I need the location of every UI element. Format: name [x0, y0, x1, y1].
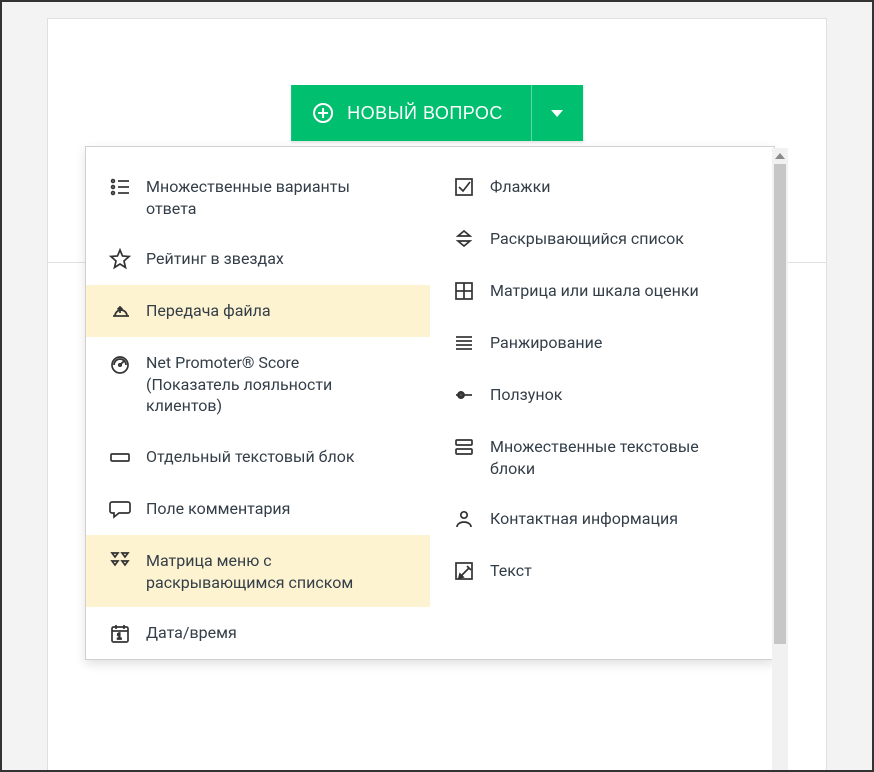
menu-item-contact-info[interactable]: Контактная информация	[430, 493, 774, 545]
file-upload-icon	[108, 299, 132, 323]
menu-item-checkboxes[interactable]: Флажки	[430, 161, 774, 213]
menu-item-date-time[interactable]: Дата/время	[86, 607, 430, 659]
menu-item-star-rating[interactable]: Рейтинг в звездах	[86, 233, 430, 285]
multiple-choice-icon	[108, 175, 132, 199]
menu-item-label: Раскрывающийся список	[490, 227, 684, 250]
ranking-icon	[452, 331, 476, 355]
single-textbox-icon	[108, 445, 132, 469]
dropdown-icon	[452, 227, 476, 251]
dropdown-scrollbar[interactable]	[772, 148, 788, 772]
menu-item-matrix-dropdown[interactable]: Матрица меню с раскрывающимся списком	[86, 535, 430, 607]
new-question-label: НОВЫЙ ВОПРОС	[347, 103, 503, 124]
star-rating-icon	[108, 247, 132, 271]
menu-item-matrix-rating[interactable]: Матрица или шкала оценки	[430, 265, 774, 317]
date-time-icon	[108, 621, 132, 645]
question-type-dropdown: Множественные варианты ответа Рейтинг в з…	[85, 146, 775, 660]
menu-item-label: Ползунок	[490, 383, 562, 406]
text-icon	[452, 559, 476, 583]
menu-item-label: Поле комментария	[146, 497, 290, 520]
new-question-button[interactable]: НОВЫЙ ВОПРОС	[291, 85, 531, 141]
menu-item-multi-textbox[interactable]: Множественные текстовые блоки	[430, 421, 774, 493]
menu-item-label: Матрица меню с раскрывающимся списком	[146, 549, 386, 593]
menu-item-label: Множественные варианты ответа	[146, 175, 386, 219]
scrollbar-thumb[interactable]	[774, 164, 786, 644]
menu-item-file-upload[interactable]: Передача файла	[86, 285, 430, 337]
matrix-rating-icon	[452, 279, 476, 303]
menu-item-ranking[interactable]: Ранжирование	[430, 317, 774, 369]
slider-icon	[452, 383, 476, 407]
scrollbar-up-button[interactable]	[772, 148, 788, 164]
matrix-dropdown-icon	[108, 549, 132, 573]
menu-item-label: Флажки	[490, 175, 550, 198]
nps-icon	[108, 351, 132, 375]
plus-circle-icon	[313, 103, 333, 123]
menu-item-label: Контактная информация	[490, 507, 678, 530]
menu-item-label: Net Promoter® Score (Показатель лояльнос…	[146, 351, 386, 417]
menu-item-nps[interactable]: Net Promoter® Score (Показатель лояльнос…	[86, 337, 430, 431]
menu-item-slider[interactable]: Ползунок	[430, 369, 774, 421]
menu-item-single-textbox[interactable]: Отдельный текстовый блок	[86, 431, 430, 483]
menu-item-label: Матрица или шкала оценки	[490, 279, 699, 302]
dropdown-column-left: Множественные варианты ответа Рейтинг в з…	[86, 161, 430, 659]
menu-item-label: Передача файла	[146, 299, 271, 322]
menu-item-comment-box[interactable]: Поле комментария	[86, 483, 430, 535]
menu-item-label: Множественные текстовые блоки	[490, 435, 730, 479]
menu-item-label: Текст	[490, 559, 532, 582]
new-question-button-group: НОВЫЙ ВОПРОС	[291, 85, 583, 141]
caret-down-icon	[551, 110, 563, 117]
menu-item-label: Рейтинг в звездах	[146, 247, 284, 270]
new-question-dropdown-toggle[interactable]	[531, 85, 583, 141]
menu-item-dropdown[interactable]: Раскрывающийся список	[430, 213, 774, 265]
menu-item-multiple-choice[interactable]: Множественные варианты ответа	[86, 161, 430, 233]
menu-item-label: Ранжирование	[490, 331, 602, 354]
checkboxes-icon	[452, 175, 476, 199]
menu-item-text[interactable]: Текст	[430, 545, 774, 597]
menu-item-label: Отдельный текстовый блок	[146, 445, 355, 468]
menu-item-label: Дата/время	[146, 621, 237, 644]
comment-box-icon	[108, 497, 132, 521]
dropdown-column-right: Флажки Раскрывающийся список Матрица или ш…	[430, 161, 774, 659]
contact-info-icon	[452, 507, 476, 531]
multi-textbox-icon	[452, 435, 476, 459]
